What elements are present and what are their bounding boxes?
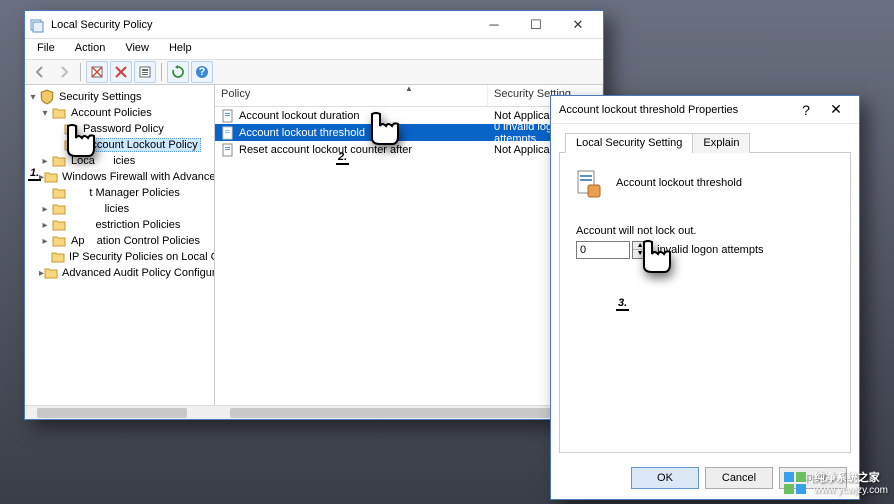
annotation-2: 2. xyxy=(336,140,349,167)
folder-icon xyxy=(44,266,58,280)
close-button[interactable]: ✕ xyxy=(557,12,599,38)
toolbar-properties-icon[interactable] xyxy=(134,61,156,83)
dialog-tabs: Local Security Setting Explain xyxy=(559,132,851,153)
menubar: File Action View Help xyxy=(25,39,603,59)
policy-big-icon xyxy=(572,167,604,199)
ok-button[interactable]: OK xyxy=(631,467,699,489)
nav-forward-button[interactable] xyxy=(53,61,75,83)
main-window: Local Security Policy ─ ☐ ✕ File Action … xyxy=(24,10,604,420)
app-icon xyxy=(29,17,45,33)
tree-root[interactable]: ▾ Security Settings xyxy=(25,89,214,105)
watermark: 纯净系统之家 www.ycwjzy.com xyxy=(782,469,888,496)
minimize-button[interactable]: ─ xyxy=(473,12,515,38)
folder-icon xyxy=(51,202,67,216)
sort-indicator-icon: ▲ xyxy=(405,84,413,93)
policy-doc-icon xyxy=(221,143,235,157)
horizontal-scrollbar[interactable] xyxy=(25,405,603,419)
policy-doc-icon xyxy=(221,109,235,123)
security-icon xyxy=(39,90,55,104)
tree-account-lockout-policy[interactable]: Account Lockout Policy xyxy=(25,137,214,153)
toolbar-cut-icon[interactable] xyxy=(86,61,108,83)
menu-file[interactable]: File xyxy=(33,41,59,57)
annotation-3: 3. xyxy=(616,286,629,313)
threshold-input[interactable] xyxy=(576,241,630,259)
watermark-text: 纯净系统之家 xyxy=(814,469,888,485)
list-pane: ▲ Policy Security Setting Account lockou… xyxy=(215,85,603,405)
tab-explain[interactable]: Explain xyxy=(692,133,750,153)
tree-account-policies[interactable]: ▾ Account Policies xyxy=(25,105,214,121)
tree-public-key[interactable]: ▸ licies xyxy=(25,201,214,217)
tree-ip-security[interactable]: IP Security Policies on Local Computer xyxy=(25,249,214,265)
policy-name-label: Account lockout threshold xyxy=(616,177,742,189)
tree-local-policies[interactable]: ▸ Loca icies xyxy=(25,153,214,169)
folder-icon xyxy=(44,170,58,184)
menu-view[interactable]: View xyxy=(121,41,153,57)
lockout-note: Account will not lock out. xyxy=(576,225,838,237)
tree-password-policy[interactable]: Password Policy xyxy=(25,121,214,137)
pointer-cursor-icon-1 xyxy=(58,120,102,168)
list-row-reset[interactable]: Reset account lockout counter after Not … xyxy=(215,141,603,158)
main-title: Local Security Policy xyxy=(51,19,473,31)
list-row-threshold[interactable]: Account lockout threshold 0 invalid logo… xyxy=(215,124,603,141)
pointer-cursor-icon-2 xyxy=(362,108,406,156)
dialog-close-button[interactable]: ✕ xyxy=(821,101,851,118)
toolbar-help-icon[interactable]: ? xyxy=(191,61,213,83)
tree-advanced-audit[interactable]: ▸ Advanced Audit Policy Configuration xyxy=(25,265,214,281)
toolbar-delete-icon[interactable] xyxy=(110,61,132,83)
folder-icon xyxy=(51,186,67,200)
svg-text:?: ? xyxy=(199,66,206,78)
pointer-cursor-icon-3 xyxy=(634,236,678,284)
folder-icon xyxy=(51,218,67,232)
toolbar-refresh-icon[interactable] xyxy=(167,61,189,83)
dialog-title: Account lockout threshold Properties xyxy=(559,104,791,116)
tree-pane[interactable]: ▾ Security Settings ▾ Account Policies P… xyxy=(25,85,215,405)
watermark-url: www.ycwjzy.com xyxy=(814,485,888,496)
tree-software-restriction[interactable]: ▸ estriction Policies xyxy=(25,217,214,233)
folder-icon xyxy=(51,106,67,120)
menu-action[interactable]: Action xyxy=(71,41,110,57)
toolbar: ? xyxy=(25,59,603,85)
help-button[interactable]: ? xyxy=(791,102,821,118)
folder-icon xyxy=(51,250,65,264)
tree-app-control[interactable]: ▸ Ap ation Control Policies xyxy=(25,233,214,249)
main-titlebar: Local Security Policy ─ ☐ ✕ xyxy=(25,11,603,39)
column-policy[interactable]: Policy xyxy=(215,85,488,106)
policy-doc-icon xyxy=(221,126,235,140)
menu-help[interactable]: Help xyxy=(165,41,196,57)
annotation-1: 1. xyxy=(28,156,41,183)
watermark-logo-icon xyxy=(782,470,808,496)
folder-icon xyxy=(51,234,67,248)
tab-content: Account lockout threshold Account will n… xyxy=(559,153,851,453)
maximize-button[interactable]: ☐ xyxy=(515,12,557,38)
nav-back-button[interactable] xyxy=(29,61,51,83)
tab-local-security-setting[interactable]: Local Security Setting xyxy=(565,133,693,153)
properties-dialog: Account lockout threshold Properties ? ✕… xyxy=(550,95,860,500)
tree-windows-firewall[interactable]: ▸ Windows Firewall with Advanced Secu xyxy=(25,169,214,185)
tree-network-list[interactable]: t Manager Policies xyxy=(25,185,214,201)
cancel-button[interactable]: Cancel xyxy=(705,467,773,489)
dialog-titlebar: Account lockout threshold Properties ? ✕ xyxy=(551,96,859,124)
